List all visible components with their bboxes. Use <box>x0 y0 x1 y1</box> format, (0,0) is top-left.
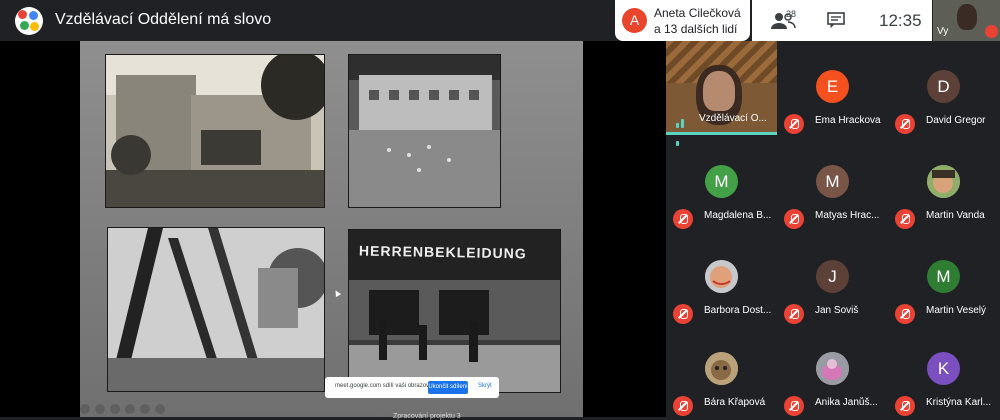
participant-name: Matyas Hrac... <box>815 210 880 221</box>
participant-avatar: M <box>816 165 849 198</box>
pen-icon[interactable] <box>110 404 120 414</box>
mic-off-icon <box>673 304 693 324</box>
participant-name: Magdalena B... <box>704 210 772 221</box>
meeting-title: Vzdělávací Oddělení má slovo <box>55 11 272 28</box>
participant-tile[interactable]: Vzdělávací O... <box>666 41 777 146</box>
participant-tile[interactable]: M Martin Veselý <box>888 231 999 325</box>
zoom-icon[interactable] <box>140 404 150 414</box>
mic-off-icon <box>784 209 804 229</box>
screen-share-text: meet.google.com sdílí vaši obrazovku. <box>335 383 438 389</box>
participant-name: Anika Janůš... <box>815 397 878 408</box>
participant-name: Kristýna Karl... <box>926 397 992 408</box>
self-view-label: Vy <box>937 26 949 37</box>
participant-tile[interactable]: Barbora Dost... <box>666 231 777 325</box>
participant-name: Jan Soviš <box>815 305 859 316</box>
participant-photo-avatar <box>705 260 738 293</box>
participant-tile[interactable]: Bára Křapová <box>666 323 777 417</box>
mic-off-icon <box>895 114 915 134</box>
participant-name: Martin Vanda <box>926 210 985 221</box>
slide-photo-courtyard <box>348 54 501 208</box>
notification-avatar: A <box>622 8 647 33</box>
participant-tile[interactable]: M Matyas Hrac... <box>777 136 888 230</box>
mic-off-icon <box>895 209 915 229</box>
mic-off-icon <box>895 304 915 324</box>
participant-name: David Gregor <box>926 115 986 126</box>
participant-photo-avatar <box>816 352 849 385</box>
notification-line-1: Aneta Cilečková <box>654 6 741 20</box>
next-slide-icon[interactable] <box>95 404 105 414</box>
mic-off-icon <box>784 396 804 416</box>
participant-tile[interactable]: J Jan Soviš <box>777 231 888 325</box>
participant-name: Ema Hrackova <box>815 115 881 126</box>
screen-share-bar: meet.google.com sdílí vaši obrazovku. Uk… <box>325 377 499 398</box>
participant-name: Martin Veselý <box>926 305 987 316</box>
hide-share-bar-button[interactable]: Skrýt <box>478 383 492 389</box>
clock: 12:35 <box>879 11 922 30</box>
chat-icon[interactable] <box>827 12 845 28</box>
meeting-logo-icon <box>15 7 43 35</box>
presentation-stage: HERRENBEKLEIDUNG meet.google.com sdílí v… <box>0 41 666 420</box>
participant-avatar: M <box>705 165 738 198</box>
participant-name: Vzdělávací O... <box>699 113 767 124</box>
mic-off-icon <box>673 396 693 416</box>
speaking-icon <box>676 115 690 146</box>
top-bar: Vzdělávací Oddělení má slovo A Aneta Cil… <box>0 0 1000 41</box>
participant-photo-avatar <box>705 352 738 385</box>
slide-photo-sign-text: HERRENBEKLEIDUNG <box>358 242 527 262</box>
presentation-slide: HERRENBEKLEIDUNG meet.google.com sdílí v… <box>80 41 583 417</box>
slide-photo-square <box>105 54 325 208</box>
participant-avatar: M <box>927 260 960 293</box>
participant-tile[interactable]: D David Gregor <box>888 41 999 135</box>
stop-sharing-button[interactable]: Ukončit sdílení <box>428 381 468 394</box>
slide-photo-swings <box>107 227 325 392</box>
participant-tile[interactable]: M Magdalena B... <box>666 136 777 230</box>
self-mic-off-icon <box>985 25 998 38</box>
participant-photo-avatar <box>927 165 960 198</box>
participant-name: Bára Křapová <box>704 397 766 408</box>
participant-tile[interactable]: Anika Janůš... <box>777 323 888 417</box>
slides-icon[interactable] <box>125 404 135 414</box>
participant-tile[interactable]: Martin Vanda <box>888 136 999 230</box>
participant-grid: Vzdělávací O... E Ema Hrackova D David G… <box>666 41 1000 417</box>
prev-slide-icon[interactable] <box>80 404 90 414</box>
meeting-controls: 28 12:35 <box>752 0 932 41</box>
participant-avatar: D <box>927 70 960 103</box>
people-count-badge: 28 <box>786 9 797 19</box>
mic-off-icon <box>784 114 804 134</box>
mic-off-icon <box>784 304 804 324</box>
notification-line-2: a 13 dalších lidí <box>654 22 738 36</box>
participant-avatar: E <box>816 70 849 103</box>
slide-toolbar <box>80 401 180 415</box>
participant-tile[interactable]: K Kristýna Karl... <box>888 323 999 417</box>
participant-tile[interactable]: E Ema Hrackova <box>777 41 888 135</box>
self-video <box>957 4 977 30</box>
participant-avatar: K <box>927 352 960 385</box>
participant-name: Barbora Dost... <box>704 305 772 316</box>
join-notification[interactable]: A Aneta Cilečková a 13 dalších lidí <box>615 0 750 41</box>
mic-off-icon <box>673 209 693 229</box>
slide-photo-street: HERRENBEKLEIDUNG <box>348 229 561 393</box>
more-icon[interactable] <box>155 404 165 414</box>
mic-off-icon <box>895 396 915 416</box>
self-view-tile[interactable]: Vy <box>933 0 1000 41</box>
participant-avatar: J <box>816 260 849 293</box>
